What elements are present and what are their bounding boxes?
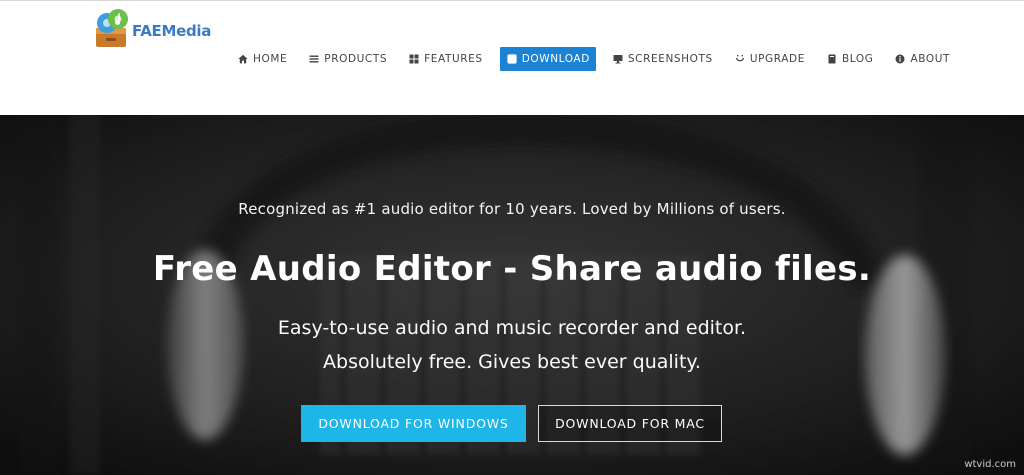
nav-download[interactable]: DOWNLOAD <box>499 47 596 71</box>
nav-blog-label: BLOG <box>841 53 874 65</box>
hero-subtitle-line-2: Absolutely free. Gives best ever quality… <box>323 351 701 373</box>
home-icon <box>238 54 248 64</box>
watermark: wtvid.com <box>964 459 1016 470</box>
nav-screenshots-label: SCREENSHOTS <box>627 53 713 65</box>
hero-section: Recognized as #1 audio editor for 10 yea… <box>0 115 1024 475</box>
brand-logo[interactable]: FAEMedia <box>93 7 223 51</box>
download-windows-button[interactable]: DOWNLOAD FOR WINDOWS <box>301 405 526 442</box>
info-icon <box>895 54 905 64</box>
nav-blog[interactable]: BLOG <box>822 47 878 71</box>
brand-name: FAEMedia <box>132 22 212 40</box>
hero-content: Recognized as #1 audio editor for 10 yea… <box>0 115 1024 475</box>
site-header: FAEMedia HOME PRODUCTS FEATURES DOWNLOAD <box>0 0 1024 115</box>
hero-title: Free Audio Editor - Share audio files. <box>152 249 872 289</box>
nav-screenshots[interactable]: SCREENSHOTS <box>608 47 718 71</box>
hero-subtitle-line-1: Easy-to-use audio and music recorder and… <box>277 317 747 339</box>
music-folder-logo-icon <box>93 8 131 50</box>
download-icon <box>507 54 517 64</box>
monitor-icon <box>613 54 623 64</box>
book-icon <box>827 54 837 64</box>
download-mac-button[interactable]: DOWNLOAD FOR MAC <box>538 405 722 442</box>
nav-about-label: ABOUT <box>910 53 951 65</box>
nav-upgrade-label: UPGRADE <box>749 53 805 65</box>
main-nav: HOME PRODUCTS FEATURES DOWNLOAD SCREENSH… <box>233 46 967 72</box>
nav-products[interactable]: PRODUCTS <box>304 47 392 71</box>
nav-download-label: DOWNLOAD <box>521 53 590 65</box>
nav-home-label: HOME <box>253 53 288 65</box>
grid-icon <box>409 54 419 64</box>
nav-upgrade[interactable]: UPGRADE <box>730 47 810 71</box>
nav-home[interactable]: HOME <box>233 47 292 71</box>
list-icon <box>309 54 319 64</box>
nav-features-label: FEATURES <box>424 53 483 65</box>
nav-products-label: PRODUCTS <box>324 53 388 65</box>
upgrade-icon <box>735 54 745 64</box>
nav-features[interactable]: FEATURES <box>404 47 488 71</box>
hero-tagline: Recognized as #1 audio editor for 10 yea… <box>238 200 786 218</box>
nav-about[interactable]: ABOUT <box>890 47 955 71</box>
